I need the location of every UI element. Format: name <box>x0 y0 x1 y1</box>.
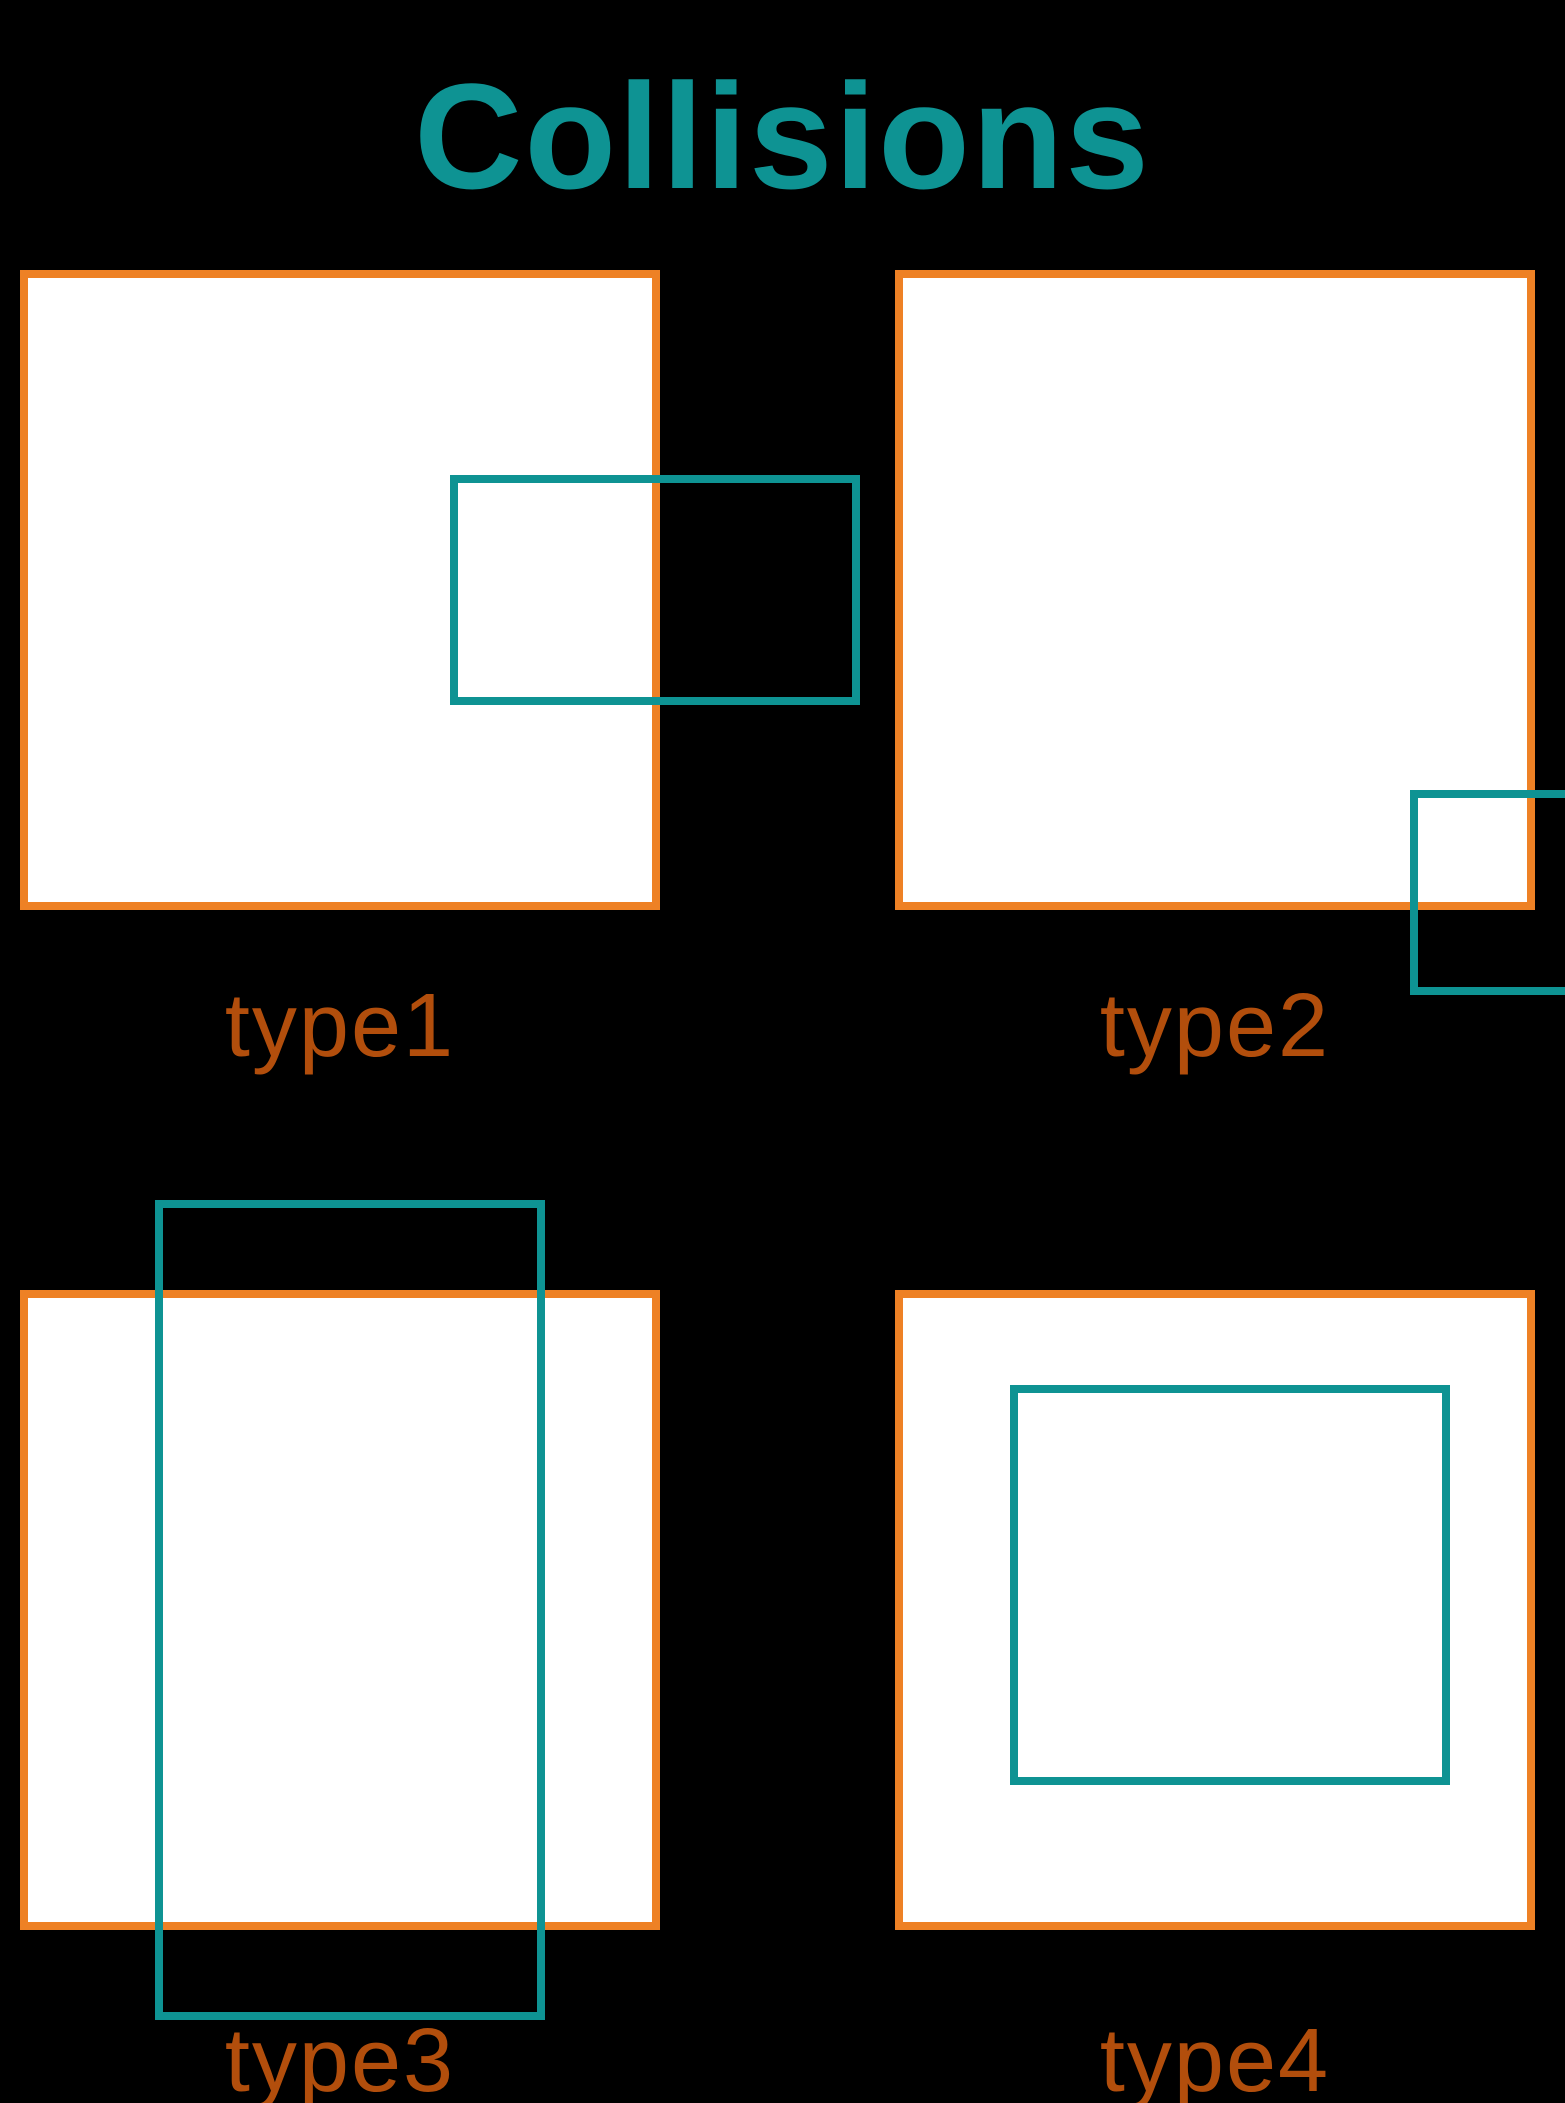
panel4-teal-box <box>1010 1385 1450 1785</box>
diagram-canvas: Collisions type1 type2 type3 type4 <box>0 0 1565 2103</box>
panel3-teal-box <box>155 1200 545 2020</box>
panel1-teal-box <box>450 475 860 705</box>
panel2-caption: type2 <box>895 975 1535 1078</box>
page-title: Collisions <box>0 50 1565 223</box>
panel1-caption: type1 <box>20 975 660 1078</box>
panel3-caption: type3 <box>20 2010 660 2103</box>
panel2-teal-box <box>1410 790 1565 995</box>
panel4-caption: type4 <box>895 2010 1535 2103</box>
